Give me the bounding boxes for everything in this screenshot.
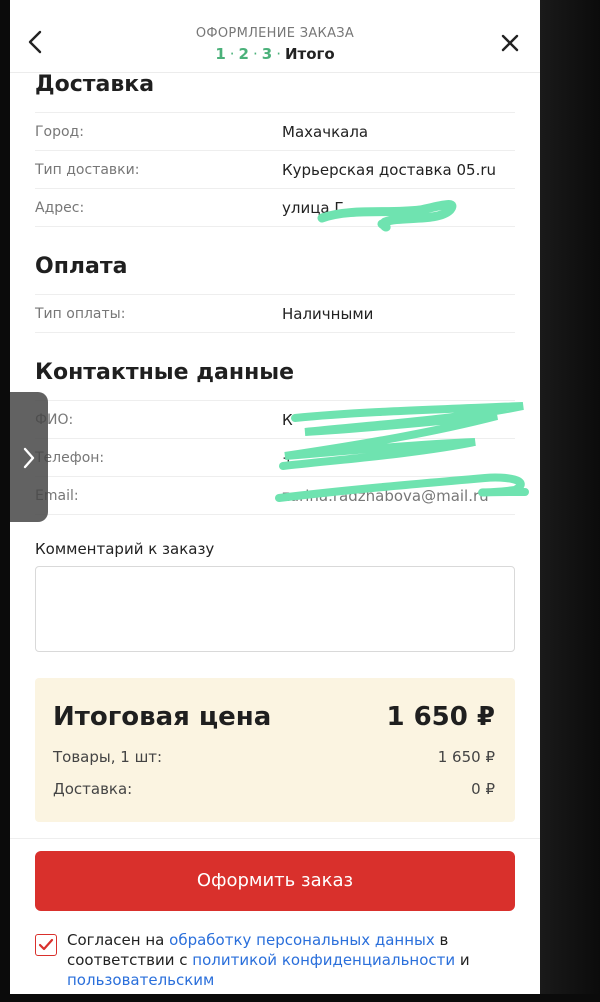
checkout-header: ОФОРМЛЕНИЕ ЗАКАЗА 1 · 2 · 3 · Итого — [10, 0, 540, 73]
delivery-row-city: Город: Махачкала — [35, 112, 515, 151]
chevron-right-icon — [23, 447, 35, 469]
background-panel — [540, 0, 600, 1002]
step-3[interactable]: 3 — [262, 45, 272, 63]
header-title: ОФОРМЛЕНИЕ ЗАКАЗА — [195, 26, 355, 41]
payment-row-type: Тип оплаты: Наличными — [35, 294, 515, 333]
consent-text-part: и — [455, 951, 470, 969]
step-final: Итого — [284, 45, 335, 63]
payment-section-title: Оплата — [35, 254, 128, 279]
delivery-row-address: Адрес: улица Г — [35, 188, 515, 227]
user-agreement-link[interactable]: пользовательским — [67, 971, 214, 989]
comment-label: Комментарий к заказу — [35, 540, 215, 558]
checkout-sheet: ОФОРМЛЕНИЕ ЗАКАЗА 1 · 2 · 3 · Итого Доставка Г… — [10, 0, 540, 1002]
personal-data-link[interactable]: обработку персональных данных — [169, 931, 435, 949]
row-value: + — [282, 449, 295, 467]
total-title: Итоговая цена — [53, 702, 272, 732]
row-value: Махачкала — [282, 123, 369, 141]
close-button[interactable] — [496, 28, 524, 58]
bottom-edge — [0, 994, 600, 1002]
delivery-cost-value: 0 ₽ — [471, 780, 495, 798]
contacts-section-title: Контактные данные — [35, 360, 295, 385]
step-1[interactable]: 1 — [215, 45, 225, 63]
row-label: Город: — [35, 124, 84, 140]
privacy-policy-link[interactable]: политикой конфиденциальности — [192, 951, 455, 969]
divider — [35, 226, 515, 227]
row-value: улица Г — [282, 199, 344, 217]
divider — [35, 332, 515, 333]
comment-input[interactable] — [35, 566, 515, 652]
consent-text: Согласен на обработку персональных данны… — [67, 930, 507, 990]
delivery-row-type: Тип доставки: Курьерская доставка 05.ru — [35, 150, 515, 189]
close-icon — [501, 34, 519, 52]
row-value: zarina.radzhabova@mail.ru — [282, 487, 489, 505]
order-summary: Итоговая цена 1 650 ₽ Товары, 1 шт: 1 65… — [35, 678, 515, 822]
checkout-steps: 1 · 2 · 3 · Итого — [215, 45, 335, 63]
side-panel-handle[interactable] — [10, 392, 48, 522]
check-icon — [38, 938, 54, 951]
delivery-cost-label: Доставка: — [53, 780, 133, 798]
row-label: Адрес: — [35, 200, 85, 216]
row-label: Тип оплаты: — [35, 306, 126, 322]
contacts-row-email: Email: zarina.radzhabova@mail.ru — [35, 476, 515, 515]
row-label: Тип доставки: — [35, 162, 140, 178]
goods-label: Товары, 1 шт: — [53, 748, 163, 766]
place-order-button[interactable]: Оформить заказ — [35, 851, 515, 911]
goods-value: 1 650 ₽ — [437, 748, 495, 766]
contacts-row-name: ФИО: К — [35, 400, 515, 439]
divider — [35, 514, 515, 515]
row-value: Наличными — [282, 305, 374, 323]
row-value: К — [282, 411, 293, 429]
total-price: 1 650 ₽ — [386, 702, 495, 732]
contacts-row-phone: Телефон: + — [35, 438, 515, 477]
step-2[interactable]: 2 — [239, 45, 249, 63]
consent-checkbox[interactable] — [35, 934, 57, 956]
divider — [10, 838, 540, 839]
delivery-section-title: Доставка — [35, 72, 155, 97]
consent-text-part: Согласен на — [67, 931, 170, 949]
row-value: Курьерская доставка 05.ru — [282, 161, 497, 179]
